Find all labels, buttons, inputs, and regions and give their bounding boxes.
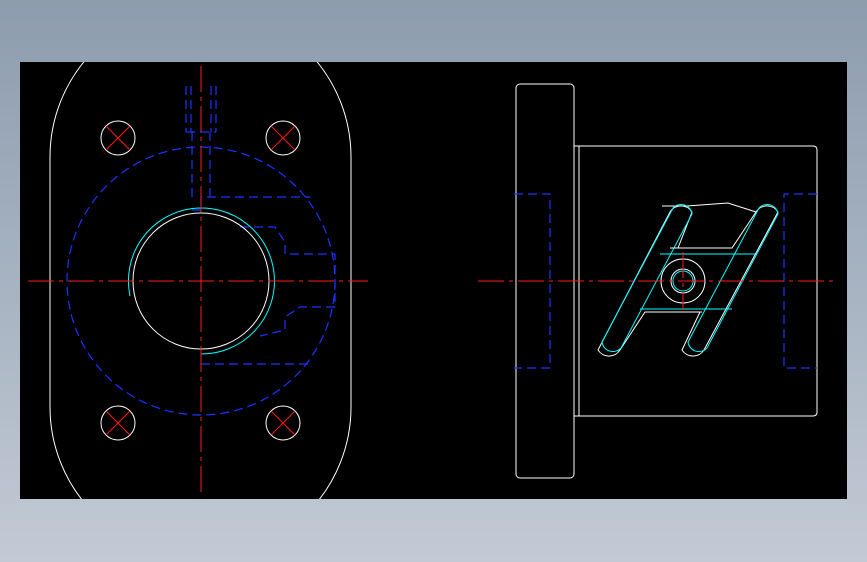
h-slot xyxy=(597,202,779,357)
cad-drawing-area xyxy=(20,62,847,499)
hidden-set-screw xyxy=(185,86,217,202)
h-slot-inner-right xyxy=(687,203,779,353)
h-slot-inner-left xyxy=(601,203,693,353)
bolt-hole-top-left xyxy=(100,120,136,156)
bolt-hole-top-right xyxy=(265,120,301,156)
h-slot-outline xyxy=(597,202,779,357)
front-view xyxy=(28,62,368,499)
side-view xyxy=(478,83,838,479)
bolt-hole-bottom-left xyxy=(100,405,136,441)
cad-drawing xyxy=(28,62,838,499)
bolt-hole-bottom-right xyxy=(265,405,301,441)
